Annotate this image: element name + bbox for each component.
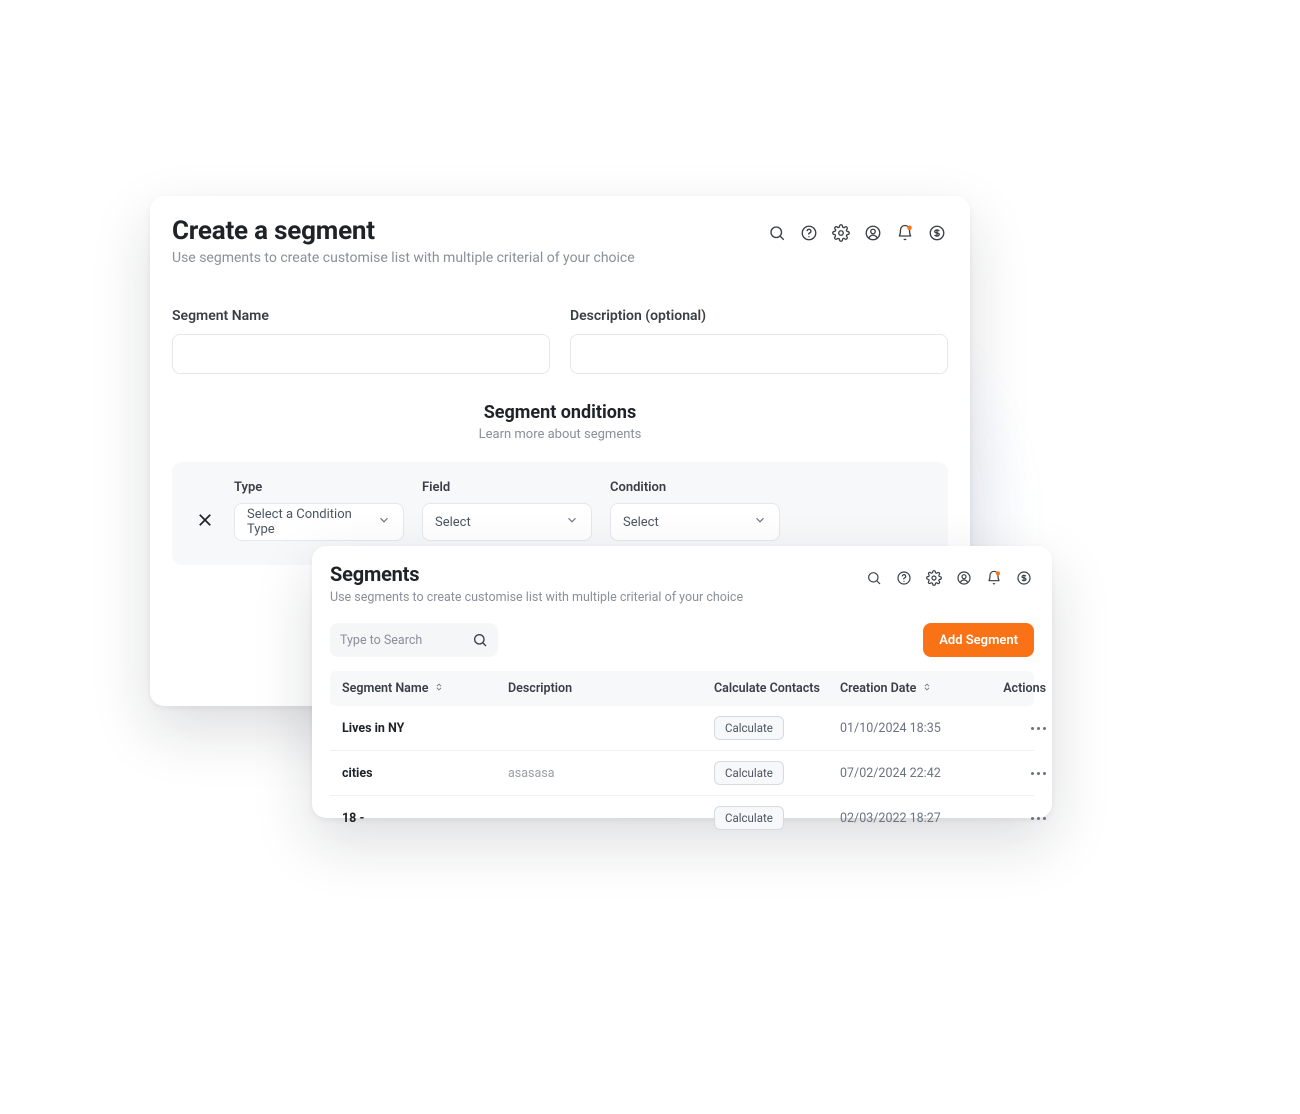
add-segment-button[interactable]: Add Segment (923, 623, 1034, 657)
page-subtitle: Use segments to create customise list wi… (172, 250, 635, 266)
chevron-down-icon (753, 513, 767, 531)
bell-icon[interactable] (894, 222, 916, 244)
page-title: Create a segment (172, 216, 635, 246)
search-icon (472, 632, 488, 648)
field-select[interactable]: Select (422, 503, 592, 541)
row-actions-button[interactable] (1031, 817, 1046, 820)
header-icon-row (864, 562, 1034, 588)
bell-icon[interactable] (984, 568, 1004, 588)
calculate-button[interactable]: Calculate (714, 716, 784, 740)
search-icon[interactable] (864, 568, 884, 588)
type-select[interactable]: Select a Condition Type (234, 503, 404, 541)
segments-title: Segments (330, 562, 743, 586)
cell-date: 02/03/2022 18:27 (840, 811, 970, 826)
cell-name: cities (342, 766, 502, 781)
help-icon[interactable] (798, 222, 820, 244)
conditions-heading: Segment onditions (172, 402, 948, 423)
calculate-button[interactable]: Calculate (714, 761, 784, 785)
segments-subtitle: Use segments to create customise list wi… (330, 590, 743, 605)
currency-icon[interactable] (926, 222, 948, 244)
condition-select-value: Select (623, 515, 659, 530)
col-label: Creation Date (840, 681, 916, 696)
table-row: cities asasasa Calculate 07/02/2024 22:4… (330, 751, 1034, 796)
col-segment-name[interactable]: Segment Name (342, 681, 502, 696)
col-description: Description (508, 681, 708, 696)
col-creation-date[interactable]: Creation Date (840, 681, 970, 696)
chevron-down-icon (565, 513, 579, 531)
gear-icon[interactable] (924, 568, 944, 588)
col-label: Description (508, 681, 572, 696)
cell-date: 01/10/2024 18:35 (840, 721, 970, 736)
cell-name: 18 - (342, 811, 502, 826)
segment-name-label: Segment Name (172, 308, 550, 324)
description-input[interactable] (570, 334, 948, 374)
segments-list-card: Segments Use segments to create customis… (312, 546, 1052, 818)
search-input[interactable]: Type to Search (330, 623, 498, 657)
user-icon[interactable] (954, 568, 974, 588)
table-header: Segment Name Description Calculate Conta… (330, 671, 1034, 706)
col-label: Segment Name (342, 681, 428, 696)
cell-name: Lives in NY (342, 721, 502, 736)
type-label: Type (234, 480, 404, 495)
table-row: 18 - Calculate 02/03/2022 18:27 (330, 796, 1034, 840)
sort-icon (434, 681, 444, 696)
cell-description: asasasa (508, 766, 708, 781)
description-label: Description (optional) (570, 308, 948, 324)
table-row: Lives in NY Calculate 01/10/2024 18:35 (330, 706, 1034, 751)
gear-icon[interactable] (830, 222, 852, 244)
chevron-down-icon (377, 513, 391, 531)
user-icon[interactable] (862, 222, 884, 244)
segments-table: Segment Name Description Calculate Conta… (330, 671, 1034, 840)
col-actions: Actions (976, 681, 1046, 696)
type-select-value: Select a Condition Type (247, 507, 377, 537)
row-actions-button[interactable] (1031, 727, 1046, 730)
add-segment-label: Add Segment (939, 633, 1018, 648)
segment-name-input[interactable] (172, 334, 550, 374)
calculate-button[interactable]: Calculate (714, 806, 784, 830)
sort-icon (922, 681, 932, 696)
header-icon-row (766, 216, 948, 244)
col-calculate: Calculate Contacts (714, 681, 834, 696)
help-icon[interactable] (894, 568, 914, 588)
remove-condition-button[interactable] (194, 509, 216, 531)
row-actions-button[interactable] (1031, 772, 1046, 775)
condition-label: Condition (610, 480, 780, 495)
col-label: Actions (1003, 681, 1046, 696)
field-label: Field (422, 480, 592, 495)
cell-date: 07/02/2024 22:42 (840, 766, 970, 781)
col-label: Calculate Contacts (714, 681, 820, 696)
search-icon[interactable] (766, 222, 788, 244)
currency-icon[interactable] (1014, 568, 1034, 588)
field-select-value: Select (435, 515, 471, 530)
search-placeholder: Type to Search (340, 633, 422, 648)
conditions-help-link[interactable]: Learn more about segments (172, 427, 948, 442)
condition-select[interactable]: Select (610, 503, 780, 541)
